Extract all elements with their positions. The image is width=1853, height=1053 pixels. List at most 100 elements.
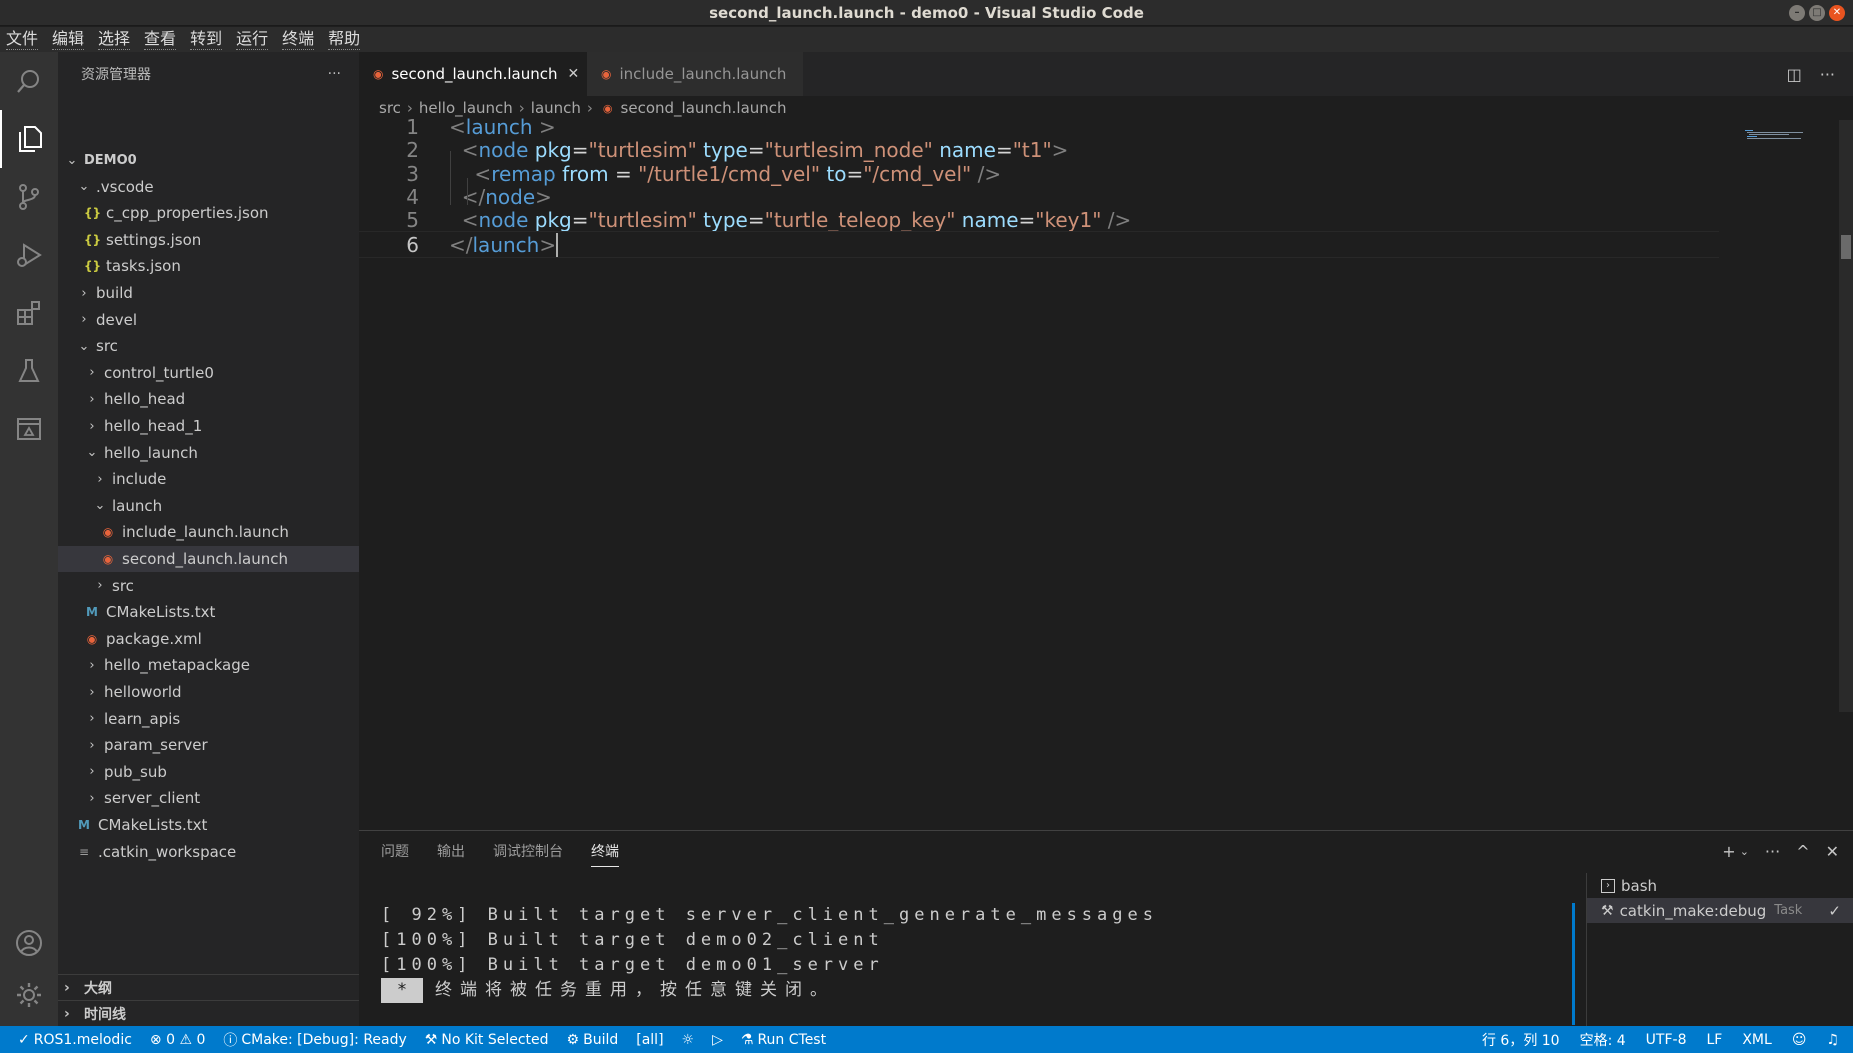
tree-item[interactable]: ⌄ .vscode	[58, 174, 359, 200]
run-debug-icon[interactable]	[0, 226, 58, 284]
ros-status[interactable]: ✓ ROS1.melodic	[18, 1032, 132, 1048]
source-control-icon[interactable]	[0, 168, 58, 226]
tab-terminal[interactable]: 终端	[591, 841, 619, 867]
chevron-down-icon[interactable]: ⌄	[1740, 845, 1749, 858]
menu-go[interactable]: 转到	[190, 29, 223, 50]
feedback-icon[interactable]: ☺	[1792, 1032, 1807, 1048]
menu-help[interactable]: 帮助	[328, 29, 361, 50]
testing-flask-icon[interactable]	[0, 342, 58, 400]
outline-section[interactable]: › 大纲	[58, 974, 359, 1000]
tree-item[interactable]: ◉ include_launch.launch	[58, 519, 359, 545]
rss-file-icon: ◉	[602, 101, 613, 115]
vertical-scrollbar[interactable]	[1839, 120, 1853, 712]
tree-item[interactable]: ◉ second_launch.launch	[58, 546, 359, 572]
cmake-file-icon: M	[78, 818, 90, 832]
more-actions-icon[interactable]: ···	[328, 66, 341, 82]
explorer-icon[interactable]	[0, 110, 58, 168]
tree-item[interactable]: › pub_sub	[58, 759, 359, 785]
tree-item[interactable]: › server_client	[58, 785, 359, 811]
tree-item[interactable]: ≡ .catkin_workspace	[58, 839, 359, 865]
code-editor[interactable]: 1 <launch >2 <node pkg="turtlesim" type="…	[359, 115, 1853, 830]
tree-item[interactable]: {} c_cpp_properties.json	[58, 200, 359, 226]
tree-item[interactable]: › build	[58, 280, 359, 306]
close-tab-icon[interactable]: ✕	[568, 66, 580, 82]
tree-item[interactable]: ◉ package.xml	[58, 626, 359, 652]
tree-item[interactable]: › include	[58, 466, 359, 492]
scrollbar-thumb[interactable]	[1841, 235, 1851, 259]
tree-item[interactable]: › hello_head_1	[58, 413, 359, 439]
tree-item[interactable]: ⌄ hello_launch	[58, 440, 359, 466]
close-window-button[interactable]: ✕	[1829, 5, 1845, 21]
tree-item[interactable]: {} settings.json	[58, 227, 359, 253]
kit-status[interactable]: ⚒ No Kit Selected	[425, 1032, 549, 1048]
ctest-label: Run CTest	[757, 1031, 827, 1048]
text-cursor	[556, 232, 559, 257]
tree-item[interactable]: › control_turtle0	[58, 360, 359, 386]
tab-problems[interactable]: 问题	[381, 841, 409, 861]
menu-selection[interactable]: 选择	[98, 29, 131, 50]
terminal-item-bash[interactable]: › bash	[1587, 873, 1853, 898]
tree-item[interactable]: M CMakeLists.txt	[58, 812, 359, 838]
tree-item[interactable]: › param_server	[58, 732, 359, 758]
run-play-icon[interactable]: ▷	[712, 1032, 723, 1048]
cursor-position[interactable]: 行 6，列 10	[1482, 1030, 1560, 1050]
minimize-button[interactable]: –	[1789, 5, 1805, 21]
more-actions-icon[interactable]: ···	[1765, 842, 1780, 861]
close-panel-icon[interactable]: ✕	[1826, 842, 1839, 861]
remote-explorer-icon[interactable]	[0, 400, 58, 458]
account-icon[interactable]	[0, 914, 58, 972]
terminal-name: bash	[1621, 876, 1658, 895]
maximize-panel-icon[interactable]: ^	[1796, 842, 1809, 861]
chevron-right-icon: ›	[89, 711, 95, 727]
tree-item[interactable]: › helloworld	[58, 679, 359, 705]
timeline-section[interactable]: › 时间线	[58, 1000, 359, 1026]
terminal-cursor: *	[381, 978, 423, 1003]
indentation[interactable]: 空格: 4	[1580, 1030, 1626, 1050]
encoding[interactable]: UTF-8	[1646, 1032, 1687, 1048]
settings-gear-icon[interactable]	[0, 966, 58, 1024]
tree-item[interactable]: ⌄ launch	[58, 493, 359, 519]
panel-tabs: 问题 输出 调试控制台 终端	[381, 831, 619, 871]
tree-item[interactable]: › devel	[58, 307, 359, 333]
minimap[interactable]	[1745, 124, 1805, 139]
tree-item[interactable]: › hello_metapackage	[58, 652, 359, 678]
search-icon[interactable]	[0, 52, 58, 110]
tree-item[interactable]: › learn_apis	[58, 706, 359, 732]
tree-item[interactable]: M CMakeLists.txt	[58, 599, 359, 625]
menu-edit[interactable]: 编辑	[52, 29, 85, 50]
build-target[interactable]: [all]	[636, 1032, 663, 1048]
build-button[interactable]: ⚙ Build	[567, 1032, 619, 1048]
menu-file[interactable]: 文件	[6, 29, 39, 50]
check-icon: ✓	[18, 1031, 30, 1048]
tree-item[interactable]: › src	[58, 573, 359, 599]
ctest-button[interactable]: ⚗ Run CTest	[741, 1032, 826, 1048]
menu-terminal[interactable]: 终端	[282, 29, 315, 50]
add-terminal-icon[interactable]: +	[1722, 842, 1735, 861]
tab-second-launch[interactable]: ◉ second_launch.launch ✕	[359, 52, 587, 96]
terminal-output[interactable]: [ 92%] Built target server_client_genera…	[381, 903, 1158, 1003]
more-actions-icon[interactable]: ···	[1820, 65, 1835, 84]
menu-view[interactable]: 查看	[144, 29, 177, 50]
language-mode[interactable]: XML	[1742, 1032, 1771, 1048]
notifications-bell-icon[interactable]: ♫	[1826, 1032, 1839, 1048]
tab-include-launch[interactable]: ◉ include_launch.launch	[587, 52, 803, 96]
cmake-status[interactable]: ⓘ CMake: [Debug]: Ready	[223, 1030, 406, 1050]
terminal-item-catkin[interactable]: ⚒ catkin_make:debug Task ✓	[1587, 898, 1853, 923]
split-editor-icon[interactable]: ◫	[1787, 65, 1802, 84]
line-number: 6	[406, 232, 419, 257]
tab-output[interactable]: 输出	[437, 841, 465, 861]
extensions-icon[interactable]	[0, 284, 58, 342]
maximize-button[interactable]: □	[1809, 5, 1825, 21]
tab-debug-console[interactable]: 调试控制台	[493, 841, 563, 861]
problems-status[interactable]: ⊗ 0 ⚠ 0	[150, 1032, 205, 1048]
terminal-scrollbar[interactable]	[1572, 903, 1575, 1025]
workspace-root[interactable]: ⌄ DEMO0	[58, 147, 359, 173]
tree-item[interactable]: ⌄ src	[58, 333, 359, 359]
menu-run[interactable]: 运行	[236, 29, 269, 50]
tree-item[interactable]: › hello_head	[58, 386, 359, 412]
end-of-line[interactable]: LF	[1706, 1032, 1722, 1048]
editor-actions: ◫ ···	[1787, 52, 1835, 96]
debug-bug-icon[interactable]: ☼	[682, 1032, 695, 1048]
code-line[interactable]: 6 </launch>	[359, 230, 1719, 258]
tree-item[interactable]: {} tasks.json	[58, 253, 359, 279]
